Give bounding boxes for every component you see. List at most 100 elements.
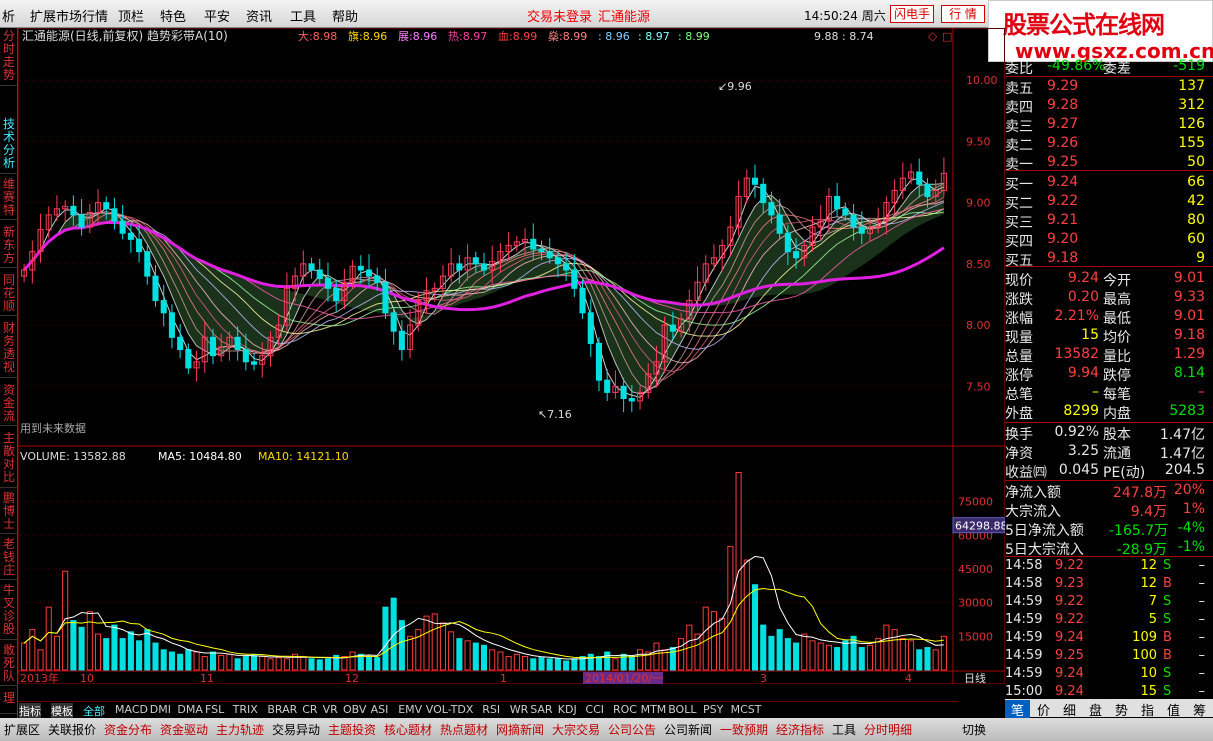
indicator-tab[interactable]: ROC [613,703,637,716]
indicator-tab[interactable]: KDJ [558,703,577,716]
indicator-tab[interactable]: WR [510,703,529,716]
tab-weisaite[interactable]: 维赛特 [0,178,18,220]
detail-tab-2[interactable]: 细 [1057,700,1082,719]
bottom-tab[interactable]: 公司公告 [608,721,656,738]
bottom-tab[interactable]: 一致预期 [720,721,768,738]
volume-bar [234,658,241,671]
bottom-tab[interactable]: 网摘新闻 [496,721,544,738]
indicator-tab[interactable]: 全部 [83,703,105,719]
indicator-tab[interactable]: MCST [731,703,762,716]
menu-item-top[interactable]: 顶栏 [118,6,144,25]
indicator-value: 血:8.99 [498,29,537,43]
bottom-tab[interactable]: 经济指标 [776,721,824,738]
detail-tab-5[interactable]: 指 [1135,700,1160,719]
tab-finance[interactable]: 财务透视 [0,322,18,378]
indicator-tab[interactable]: VOL-TDX [426,703,474,716]
ask-volume: 50 [1187,154,1205,170]
indicator-tab[interactable]: 模板 [51,703,73,719]
bottom-tab[interactable]: 大宗交易 [552,721,600,738]
flow-row: 净流入额 247.8万 20% [1005,482,1205,501]
bid-price: 9.18 [1047,250,1079,266]
menu-item-news[interactable]: 资讯 [246,6,272,25]
menu-item-pingan[interactable]: 平安 [204,6,230,25]
tab-gansidui[interactable]: 敢死队 [0,644,18,686]
candle-body [571,269,578,289]
tick-price: 9.22 [1055,612,1084,627]
tab-tonghuashun[interactable]: 同花顺 [0,274,18,316]
trade-login-status[interactable]: 交易未登录 [527,6,592,25]
candle-body [751,177,759,185]
indicator-tab[interactable]: MTM [641,703,667,716]
detail-tab-1[interactable]: 价 [1031,700,1056,719]
tab-xindongfang[interactable]: 新东方 [0,226,18,268]
ask-price: 9.26 [1047,135,1079,151]
tab-minute-chart[interactable]: 分时走势 [0,30,18,86]
quote-value: 2.21% [1054,308,1099,324]
bottom-tab[interactable]: 扩展区 [4,721,40,738]
menu-item-tools[interactable]: 工具 [290,6,316,25]
bottom-tab[interactable]: 交易异动 [272,721,320,738]
indicator-tab[interactable]: OBV [343,703,366,716]
quote-value: – [1092,384,1099,400]
detail-tab-0[interactable]: 笔 [1005,700,1030,719]
volume-bar [480,644,488,671]
indicator-tab[interactable]: 指标 [19,703,41,719]
tab-capital-flow[interactable]: 资金流 [0,384,18,426]
detail-tab-6[interactable]: 值 [1161,700,1186,719]
bottom-tab[interactable]: 核心题材 [384,721,432,738]
indicator-tab[interactable]: ASI [371,703,389,716]
candle-body [168,312,175,338]
indicator-tab[interactable]: DMI [150,703,171,716]
indicator-tab[interactable]: BRAR [267,703,297,716]
quote-row: 总笔 – 每笔 – [1005,384,1205,403]
indicator-tab[interactable]: VR [323,703,338,716]
tab-more[interactable]: 理 [0,692,18,714]
menu-item-help[interactable]: 帮助 [332,6,358,25]
tick-time: 14:59 [1005,612,1043,627]
bottom-tab[interactable]: 主力轨迹 [216,721,264,738]
menu-item-ext-market[interactable]: 扩展市场行情 [30,6,108,25]
menu-item-analysis[interactable]: 析 [2,6,15,25]
tab-pengboshi[interactable]: 鹏博士 [0,492,18,534]
bottom-tab[interactable]: 热点题材 [440,721,488,738]
indicator-tab[interactable]: PSY [703,703,723,716]
indicator-tab[interactable]: EMV [398,703,422,716]
menu-item-feature[interactable]: 特色 [160,6,186,25]
indicator-tab[interactable]: BOLL [668,703,696,716]
bottom-tab[interactable]: 关联报价 [48,721,96,738]
kline-chart[interactable]: 10.009.509.008.508.007.50750006000045000… [18,28,1005,684]
bottom-tab[interactable]: 切换 [962,721,986,738]
bottom-tab[interactable]: 工具 [832,721,856,738]
bottom-tab[interactable]: 公司新闻 [664,721,712,738]
bottom-tab[interactable]: 资金分布 [104,721,152,738]
tab-diagnose[interactable]: 牛叉诊股 [0,584,18,640]
volume-header-item: MA5: 10484.80 [158,450,242,463]
tab-tech-analysis[interactable]: 技术分析 [0,118,18,174]
quote-button[interactable]: 行 情 [941,5,985,23]
quote-value: 5283 [1169,403,1205,419]
indicator-tab[interactable]: MACD [115,703,148,716]
indicator-tab[interactable]: FSL [205,703,224,716]
tab-main-retail[interactable]: 主散对比 [0,432,18,488]
time-axis-label: 2013年 [20,671,59,684]
volume-bar [489,649,496,671]
detail-tab-4[interactable]: 势 [1109,700,1134,719]
candle-body [620,385,627,400]
detail-tab-7[interactable]: 筹 [1187,700,1212,719]
indicator-tab[interactable]: SAR [530,703,552,716]
bottom-tab[interactable]: 资金驱动 [160,721,208,738]
flash-trade-button[interactable]: 闪电手 [890,5,934,23]
bottom-tab[interactable]: 分时明细 [864,721,912,738]
tab-laoqianzhuang[interactable]: 老钱庄 [0,538,18,580]
indicator-tab[interactable]: CR [302,703,317,716]
bottom-tab[interactable]: 主题投资 [328,721,376,738]
indicator-tab[interactable]: TRIX [233,703,258,716]
indicator-tab[interactable]: CCI [585,703,604,716]
indicator-tab[interactable]: RSI [482,703,500,716]
quote-label: 跌停 [1103,368,1131,384]
price-tick-label: 8.50 [966,258,991,271]
ask-level: 卖四 [1005,100,1033,116]
tick-row: 14:59 9.22 5 S – [1005,612,1205,631]
detail-tab-3[interactable]: 盘 [1083,700,1108,719]
indicator-tab[interactable]: DMA [177,703,203,716]
